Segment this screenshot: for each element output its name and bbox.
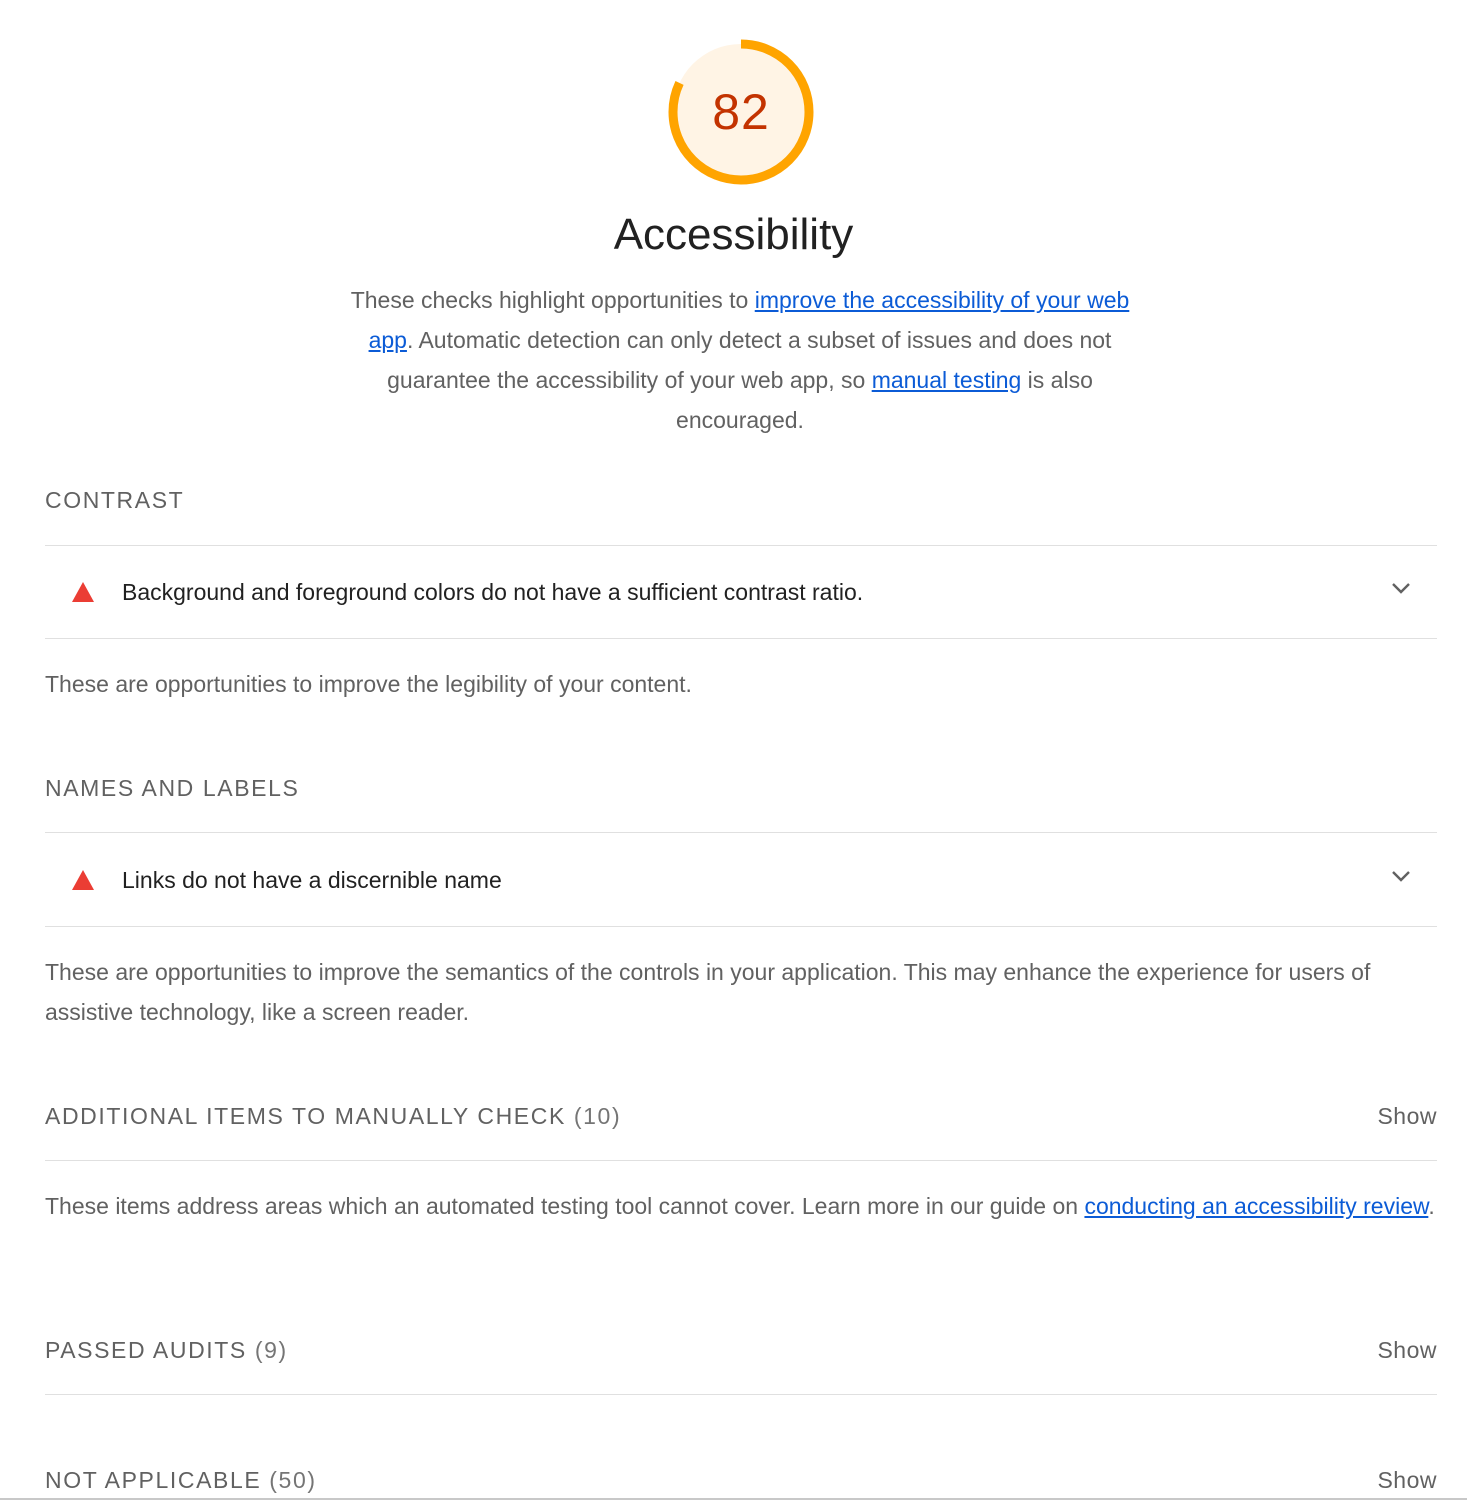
score-gauge: 82 (668, 39, 814, 185)
divider (45, 1394, 1437, 1395)
description-text: These checks highlight opportunities to (350, 287, 755, 313)
group-header-names-labels: Names and labels (45, 768, 1437, 808)
group-title: Not applicable (45, 1466, 262, 1493)
group-header-contrast: Contrast (45, 480, 1437, 520)
divider (45, 926, 1437, 927)
group-description: These are opportunities to improve the l… (45, 671, 692, 697)
description-text: These items address areas which an autom… (45, 1193, 1085, 1219)
group-description: These are opportunities to improve the s… (45, 959, 1371, 1025)
group-count: (10) (573, 1102, 622, 1129)
divider (45, 832, 1437, 833)
divider (45, 1160, 1437, 1161)
show-passed-button[interactable]: Show (1377, 1337, 1437, 1364)
manual-testing-link[interactable]: manual testing (872, 367, 1022, 393)
score-value: 82 (712, 84, 770, 140)
audit-title: Background and foreground colors do not … (122, 578, 864, 605)
group-header-not-applicable[interactable]: Not applicable (50) Show (45, 1460, 1437, 1500)
group-title: Contrast (45, 486, 185, 513)
group-count: (50) (269, 1466, 317, 1493)
category-title: Accessibility (613, 210, 854, 259)
group-header-passed[interactable]: Passed audits (9) Show (45, 1330, 1437, 1370)
show-not-applicable-button[interactable]: Show (1377, 1467, 1437, 1494)
show-manual-button[interactable]: Show (1377, 1103, 1437, 1130)
group-title: Additional items to manually check (45, 1102, 566, 1129)
group-header-manual[interactable]: Additional items to manually check (10) … (45, 1096, 1437, 1136)
chevron-down-icon[interactable] (1391, 582, 1411, 594)
group-description: These items address areas which an autom… (45, 1186, 1437, 1226)
group-title: Names and labels (45, 774, 300, 801)
audit-title: Links do not have a discernible name (122, 866, 502, 893)
accessibility-review-link[interactable]: conducting an accessibility review (1084, 1193, 1428, 1219)
divider (45, 638, 1437, 639)
group-title: Passed audits (45, 1336, 247, 1363)
chevron-down-icon[interactable] (1391, 870, 1411, 882)
audit-link-name[interactable]: Links do not have a discernible name (45, 834, 1437, 926)
group-count: (9) (254, 1336, 288, 1363)
description-text: . (1428, 1193, 1435, 1219)
fail-icon (72, 870, 94, 890)
fail-icon (72, 582, 94, 602)
audit-color-contrast[interactable]: Background and foreground colors do not … (45, 546, 1437, 638)
category-description: These checks highlight opportunities to … (340, 280, 1140, 440)
